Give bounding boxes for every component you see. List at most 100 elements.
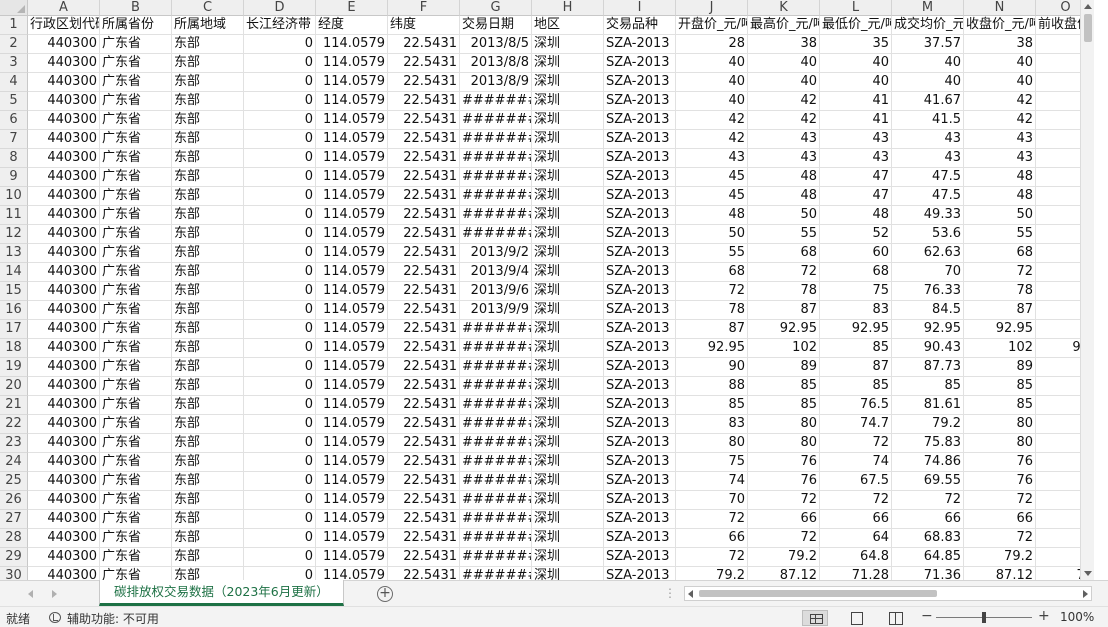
- cell[interactable]: 79.2: [676, 567, 748, 580]
- cell[interactable]: 71.28: [820, 567, 892, 580]
- header-cell[interactable]: 最高价_元/吨: [748, 16, 820, 35]
- cell[interactable]: 广东省: [100, 529, 172, 548]
- cell[interactable]: 2013/9/6: [460, 282, 532, 301]
- cell[interactable]: 114.0579: [316, 92, 388, 111]
- cell[interactable]: 114.0579: [316, 263, 388, 282]
- cell[interactable]: 64.8: [820, 548, 892, 567]
- cell[interactable]: 90: [676, 358, 748, 377]
- cell[interactable]: 深圳: [532, 396, 604, 415]
- cell[interactable]: 0: [244, 491, 316, 510]
- cell[interactable]: 东部: [172, 491, 244, 510]
- cell[interactable]: 0: [244, 111, 316, 130]
- cell[interactable]: #######: [460, 130, 532, 149]
- cell[interactable]: 92.95: [676, 339, 748, 358]
- cell[interactable]: #######: [460, 206, 532, 225]
- cell[interactable]: 90.43: [892, 339, 964, 358]
- cell[interactable]: 43: [964, 149, 1036, 168]
- scroll-left-icon[interactable]: [688, 590, 693, 598]
- cell[interactable]: 66: [964, 510, 1036, 529]
- header-cell[interactable]: 收盘价_元/吨: [964, 16, 1036, 35]
- cell[interactable]: 440300: [28, 225, 100, 244]
- cell[interactable]: 40: [676, 92, 748, 111]
- cell[interactable]: 114.0579: [316, 491, 388, 510]
- cell[interactable]: 0: [244, 434, 316, 453]
- cell[interactable]: SZA-2013: [604, 168, 676, 187]
- cell[interactable]: 40: [820, 54, 892, 73]
- cell[interactable]: 64: [820, 529, 892, 548]
- cell[interactable]: 72: [964, 263, 1036, 282]
- cell[interactable]: 68.83: [892, 529, 964, 548]
- cell[interactable]: 89: [964, 358, 1036, 377]
- cell[interactable]: 440300: [28, 168, 100, 187]
- cell[interactable]: 85: [964, 377, 1036, 396]
- cell[interactable]: 广东省: [100, 225, 172, 244]
- column-header-j[interactable]: J: [676, 0, 748, 16]
- cell[interactable]: 22.5431: [388, 472, 460, 491]
- cell[interactable]: 72: [964, 491, 1036, 510]
- cell[interactable]: 85: [964, 396, 1036, 415]
- cell[interactable]: 43: [676, 149, 748, 168]
- cell[interactable]: 东部: [172, 35, 244, 54]
- cell[interactable]: 80: [964, 434, 1036, 453]
- cell[interactable]: 0: [244, 396, 316, 415]
- cell[interactable]: 42: [676, 130, 748, 149]
- cell[interactable]: 2013/9/4: [460, 263, 532, 282]
- cell[interactable]: SZA-2013: [604, 358, 676, 377]
- row-number[interactable]: 1: [0, 16, 28, 35]
- cell[interactable]: 22.5431: [388, 187, 460, 206]
- header-cell[interactable]: 地区: [532, 16, 604, 35]
- cell[interactable]: 72: [676, 282, 748, 301]
- cell[interactable]: 40: [748, 54, 820, 73]
- header-cell[interactable]: 经度: [316, 16, 388, 35]
- cell[interactable]: 22.5431: [388, 339, 460, 358]
- cell[interactable]: 38: [748, 35, 820, 54]
- cell[interactable]: 440300: [28, 510, 100, 529]
- cell[interactable]: 广东省: [100, 472, 172, 491]
- cell[interactable]: 0: [244, 225, 316, 244]
- cell[interactable]: 40: [892, 54, 964, 73]
- cell[interactable]: 广东省: [100, 187, 172, 206]
- cell[interactable]: 40: [676, 73, 748, 92]
- cell[interactable]: 45: [676, 168, 748, 187]
- cell[interactable]: 深圳: [532, 282, 604, 301]
- cell[interactable]: 0: [244, 548, 316, 567]
- cell[interactable]: 广东省: [100, 92, 172, 111]
- cell[interactable]: #######: [460, 358, 532, 377]
- cell[interactable]: 东部: [172, 111, 244, 130]
- cell[interactable]: 22.5431: [388, 358, 460, 377]
- cell[interactable]: 0: [244, 301, 316, 320]
- row-number[interactable]: 25: [0, 472, 28, 491]
- cell[interactable]: 43: [748, 149, 820, 168]
- cell[interactable]: 22.5431: [388, 35, 460, 54]
- row-number[interactable]: 2: [0, 35, 28, 54]
- cell[interactable]: 东部: [172, 244, 244, 263]
- cell[interactable]: 114.0579: [316, 358, 388, 377]
- row-number[interactable]: 24: [0, 453, 28, 472]
- cell[interactable]: 69.55: [892, 472, 964, 491]
- cell[interactable]: 深圳: [532, 510, 604, 529]
- column-header-h[interactable]: H: [532, 0, 604, 16]
- cell[interactable]: 114.0579: [316, 510, 388, 529]
- cell[interactable]: 85: [820, 377, 892, 396]
- row-number[interactable]: 21: [0, 396, 28, 415]
- cell[interactable]: #######: [460, 339, 532, 358]
- cell[interactable]: 80: [964, 415, 1036, 434]
- cell[interactable]: 40: [964, 54, 1036, 73]
- cell[interactable]: 102: [748, 339, 820, 358]
- cell[interactable]: 92.95: [892, 320, 964, 339]
- row-number[interactable]: 23: [0, 434, 28, 453]
- cell[interactable]: #######: [460, 149, 532, 168]
- cell[interactable]: SZA-2013: [604, 54, 676, 73]
- cell[interactable]: 40: [892, 73, 964, 92]
- cell[interactable]: 76.33: [892, 282, 964, 301]
- cell[interactable]: 43: [820, 130, 892, 149]
- cell[interactable]: SZA-2013: [604, 415, 676, 434]
- cell[interactable]: 东部: [172, 130, 244, 149]
- cell[interactable]: 东部: [172, 567, 244, 580]
- cell[interactable]: 114.0579: [316, 320, 388, 339]
- cell[interactable]: 广东省: [100, 263, 172, 282]
- cell[interactable]: 东部: [172, 187, 244, 206]
- cell[interactable]: SZA-2013: [604, 301, 676, 320]
- cell[interactable]: 深圳: [532, 548, 604, 567]
- column-header-k[interactable]: K: [748, 0, 820, 16]
